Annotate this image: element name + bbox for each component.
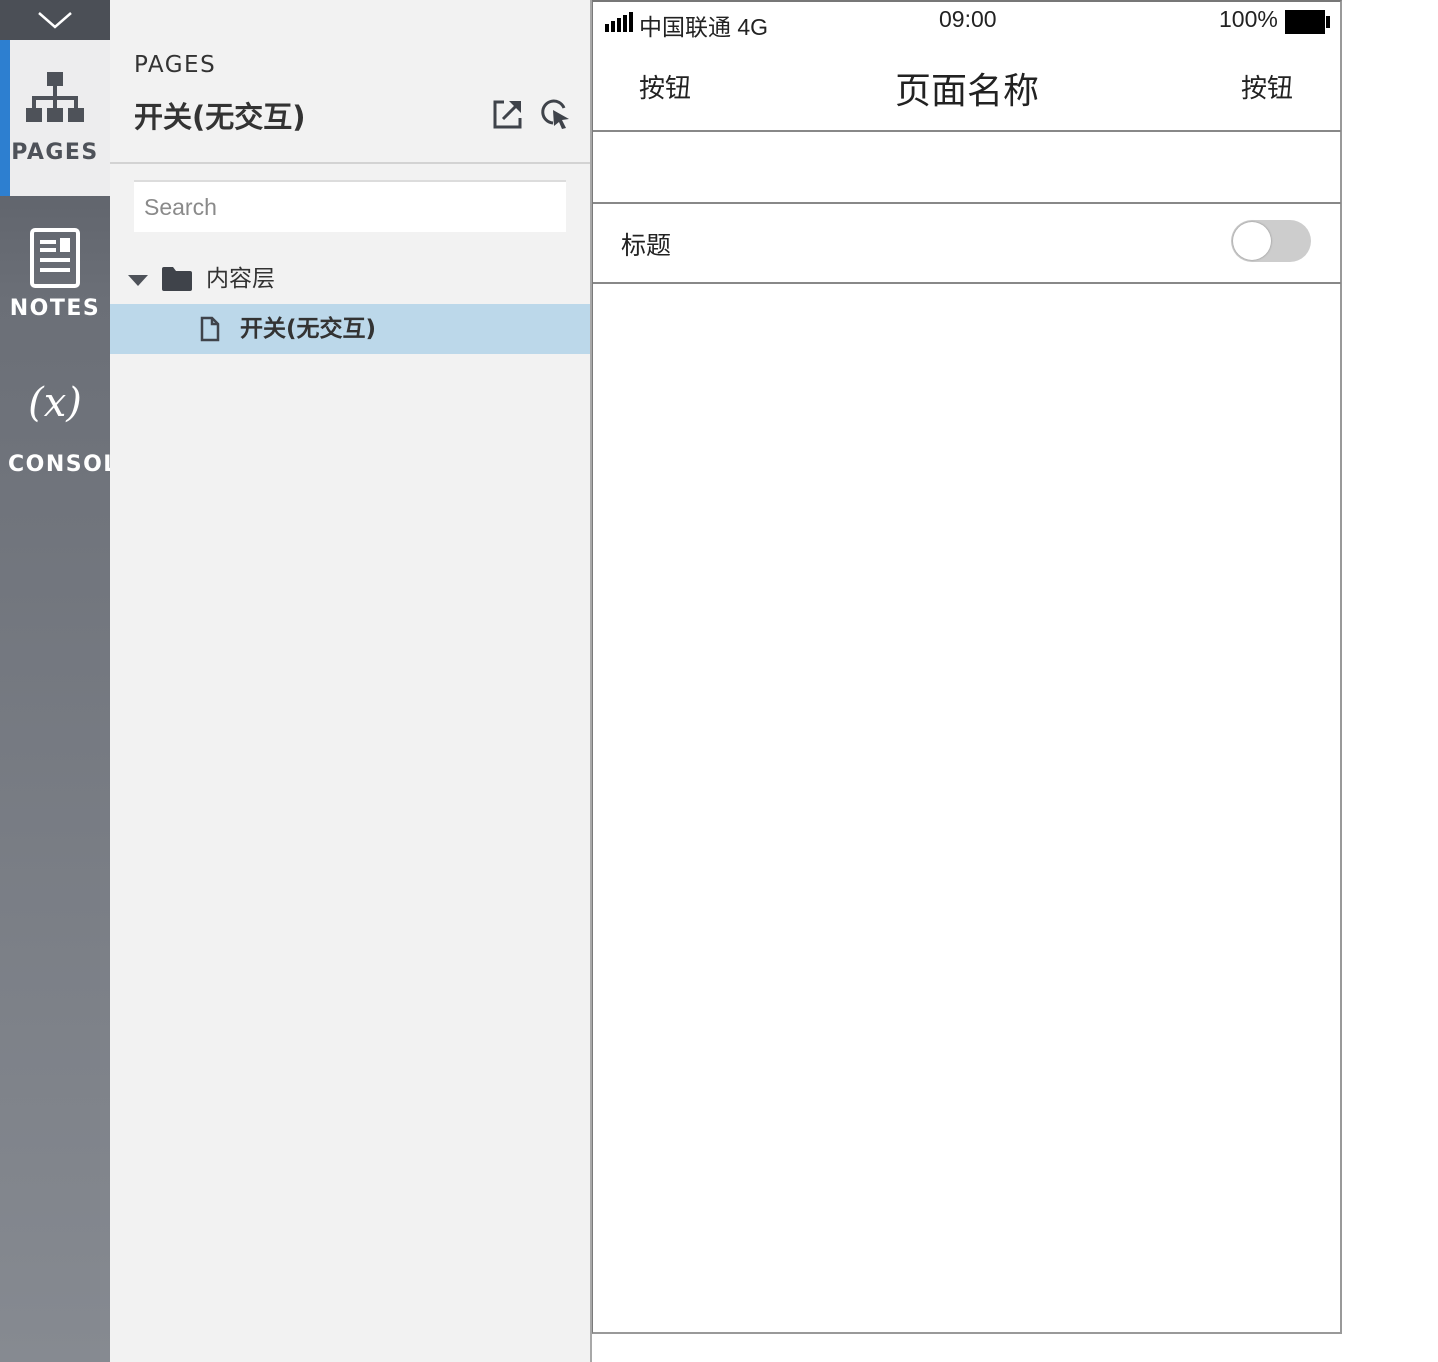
left-icon-rail: PAGES NOTES (x) CONSOLE xyxy=(0,0,134,1362)
select-pointer-icon xyxy=(541,99,569,129)
phone-prototype: 中国联通 4G 09:00 100% 按钮 页面名称 按钮 标题 xyxy=(592,0,1342,1334)
switch-list-row: 标题 xyxy=(593,204,1341,284)
tree-page-row[interactable]: 开关(无交互) xyxy=(110,304,590,354)
notes-icon xyxy=(30,228,80,288)
sitemap-icon xyxy=(26,72,84,122)
pages-panel: PAGES 开关(无交互) 内容层 开关(无交互) xyxy=(110,0,592,1362)
nav-right-button[interactable]: 按钮 xyxy=(1241,68,1293,105)
collapse-sidebar-button[interactable] xyxy=(0,0,110,40)
tab-notes-label: NOTES xyxy=(9,296,101,321)
navigation-bar: 按钮 页面名称 按钮 xyxy=(593,42,1341,132)
page-icon xyxy=(200,316,220,342)
toggle-switch[interactable] xyxy=(1231,220,1311,262)
caret-down-icon[interactable] xyxy=(128,275,148,287)
tree-folder-row[interactable]: 内容层 xyxy=(110,254,590,304)
select-pointer-button[interactable] xyxy=(540,98,572,130)
tab-pages[interactable]: PAGES xyxy=(0,40,110,196)
battery-tip xyxy=(1326,16,1330,28)
battery-icon xyxy=(1285,10,1325,34)
battery-percentage: 100% xyxy=(1219,6,1278,32)
tab-console[interactable]: (x) CONSOLE xyxy=(0,352,134,508)
tab-pages-label: PAGES xyxy=(11,140,99,165)
tree-page-label: 开关(无交互) xyxy=(240,316,377,342)
chevron-down-icon xyxy=(38,12,72,29)
carrier-label: 中国联通 4G xyxy=(639,14,769,40)
tree-folder-label: 内容层 xyxy=(206,266,275,292)
folder-icon xyxy=(162,267,192,291)
status-bar: 中国联通 4G 09:00 100% xyxy=(593,2,1341,42)
tab-notes[interactable]: NOTES xyxy=(0,196,110,352)
search-input[interactable] xyxy=(134,180,566,232)
status-time: 09:00 xyxy=(939,6,997,32)
page-title: 开关(无交互) xyxy=(134,100,306,134)
section-spacer xyxy=(593,132,1341,204)
panel-divider xyxy=(110,162,590,164)
row-title: 标题 xyxy=(621,231,672,260)
variable-icon: (x) xyxy=(28,380,82,426)
nav-title: 页面名称 xyxy=(894,71,1039,112)
signal-strength-icon xyxy=(605,12,633,32)
export-icon xyxy=(493,100,522,129)
panel-kicker: PAGES xyxy=(134,52,217,78)
toggle-knob xyxy=(1233,222,1271,260)
export-button[interactable] xyxy=(492,98,524,130)
